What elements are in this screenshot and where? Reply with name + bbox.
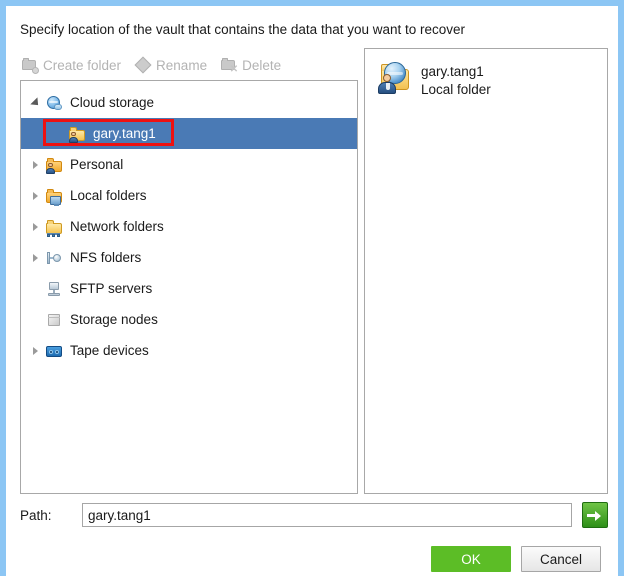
tree-node-local-folders[interactable]: Local folders	[21, 180, 357, 211]
tree-node-label: Network folders	[70, 219, 164, 234]
local-folder-icon	[45, 187, 63, 206]
tree-node-cloud-storage[interactable]: Cloud storage	[21, 87, 357, 118]
cloud-user-folder-icon	[68, 125, 86, 143]
tree-node-label: Personal	[70, 157, 124, 172]
folder-toolbar: Create folder Rename ✕ Delete	[20, 53, 283, 77]
delete-label: Delete	[242, 57, 282, 73]
tree-node-nfs-folders[interactable]: NFS folders	[21, 242, 357, 273]
detail-text: gary.tang1 Local folder	[421, 61, 491, 99]
tree-node-network-folders[interactable]: Network folders	[21, 211, 357, 242]
dialog-footer-buttons: OK Cancel	[431, 546, 601, 572]
rename-button[interactable]: Rename	[133, 56, 209, 74]
personal-folder-icon	[45, 156, 63, 174]
vault-detail-panel: gary.tang1 Local folder	[364, 48, 608, 494]
path-input[interactable]	[82, 503, 572, 527]
create-folder-label: Create folder	[43, 57, 122, 73]
path-row: Path:	[20, 502, 608, 528]
tree-node-personal[interactable]: Personal	[21, 149, 357, 180]
detail-item: gary.tang1 Local folder	[365, 49, 607, 99]
tree-node-label: NFS folders	[70, 250, 142, 265]
create-folder-button[interactable]: Create folder	[20, 56, 123, 74]
delete-icon: ✕	[221, 57, 238, 75]
cloud-storage-icon	[45, 94, 63, 112]
tree-node-label: SFTP servers	[70, 281, 153, 296]
sftp-server-icon	[45, 280, 63, 298]
detail-type: Local folder	[421, 82, 491, 97]
path-label: Path:	[20, 507, 52, 523]
vault-tree-panel[interactable]: Cloud storage gary.tang1 Personal Local …	[20, 80, 358, 494]
cloud-user-folder-icon	[377, 61, 411, 95]
nfs-folder-icon	[45, 249, 63, 267]
tree-node-label: gary.tang1	[93, 126, 156, 141]
network-folder-icon	[45, 218, 63, 237]
tree-node-storage-nodes[interactable]: Storage nodes	[21, 304, 357, 335]
tree-node-label: Storage nodes	[70, 312, 158, 327]
dialog-body: Specify location of the vault that conta…	[6, 6, 618, 576]
new-folder-icon	[22, 57, 39, 74]
storage-node-icon	[45, 311, 63, 329]
go-arrow-icon[interactable]	[582, 502, 608, 528]
tree-node-label: Tape devices	[70, 343, 149, 358]
vault-tree: Cloud storage gary.tang1 Personal Local …	[21, 81, 357, 366]
tape-device-icon	[45, 342, 63, 360]
cancel-button[interactable]: Cancel	[521, 546, 601, 572]
rename-label: Rename	[156, 57, 208, 73]
tree-node-gary-tang1[interactable]: gary.tang1	[21, 118, 357, 149]
tree-node-tape-devices[interactable]: Tape devices	[21, 335, 357, 366]
tree-node-label: Local folders	[70, 188, 147, 203]
delete-button[interactable]: ✕ Delete	[219, 56, 283, 75]
vault-location-dialog: Specify location of the vault that conta…	[0, 0, 624, 576]
ok-button[interactable]: OK	[431, 546, 511, 572]
rename-icon	[134, 56, 152, 74]
dialog-prompt: Specify location of the vault that conta…	[20, 22, 466, 37]
tree-node-sftp-servers[interactable]: SFTP servers	[21, 273, 357, 304]
tree-node-label: Cloud storage	[70, 95, 155, 110]
detail-name: gary.tang1	[421, 64, 484, 79]
